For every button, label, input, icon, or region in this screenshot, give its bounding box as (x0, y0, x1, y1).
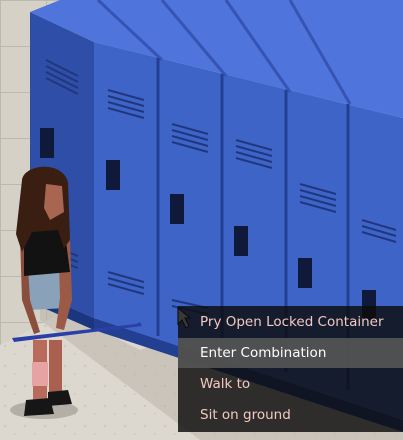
menu-item-pry-open[interactable]: Pry Open Locked Container (178, 307, 403, 337)
menu-item-walk-to[interactable]: Walk to (178, 369, 403, 399)
menu-item-enter-combination[interactable]: Enter Combination (178, 338, 403, 368)
context-menu: Pry Open Locked Container Enter Combinat… (178, 306, 403, 432)
menu-item-sit-on-ground[interactable]: Sit on ground (178, 400, 403, 430)
